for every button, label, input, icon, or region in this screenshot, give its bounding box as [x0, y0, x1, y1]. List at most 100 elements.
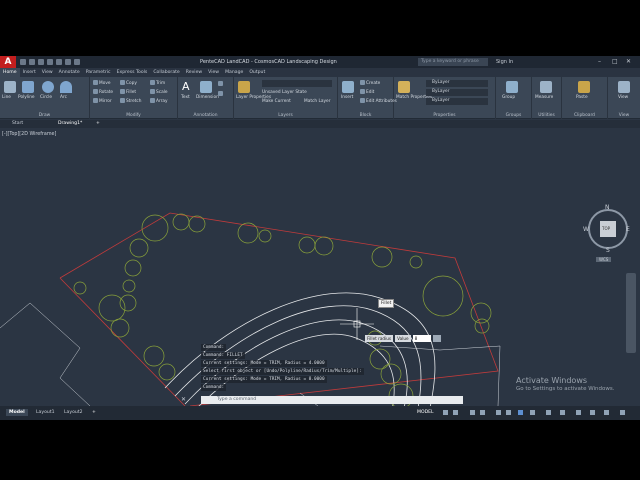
save-as-icon[interactable]	[47, 59, 53, 65]
text-button[interactable]: Text	[181, 95, 190, 100]
compass-south[interactable]: S	[606, 247, 610, 254]
tab-collaborate[interactable]: Collaborate	[150, 68, 182, 77]
line-icon[interactable]	[4, 81, 16, 93]
dimension-icon[interactable]	[200, 81, 212, 93]
dynamic-input-field[interactable]: 8	[412, 335, 431, 342]
ortho-icon[interactable]	[470, 410, 475, 415]
tab-review[interactable]: Review	[183, 68, 205, 77]
table-button[interactable]	[218, 91, 224, 97]
copy-button[interactable]: Copy	[120, 80, 137, 86]
match-properties-icon[interactable]	[398, 81, 410, 93]
paste-button[interactable]: Paste	[576, 95, 588, 100]
layer-state-dropdown[interactable]: Unsaved Layer State	[262, 90, 307, 95]
maximize-icon[interactable]: □	[612, 58, 618, 65]
grid-icon[interactable]	[443, 410, 448, 415]
insert-block-icon[interactable]	[342, 81, 354, 93]
layout-tab-layout1[interactable]: Layout1	[36, 410, 55, 415]
match-layer-button[interactable]: Match Layer	[304, 99, 330, 104]
units-icon[interactable]	[576, 410, 581, 415]
layout-tab-model[interactable]: Model	[6, 409, 28, 416]
trim-button[interactable]: Trim	[150, 80, 165, 86]
save-icon[interactable]	[38, 59, 44, 65]
polyline-icon[interactable]	[22, 81, 34, 93]
annotation-monitor-icon[interactable]	[560, 410, 565, 415]
line-button[interactable]: Line	[2, 95, 11, 100]
command-input[interactable]: ✕ Type a command	[181, 396, 463, 404]
osnap-icon[interactable]	[496, 410, 501, 415]
search-input[interactable]: Type a keyword or phrase	[418, 58, 488, 66]
close-command-icon[interactable]: ✕	[181, 396, 186, 404]
compass-west[interactable]: W	[583, 226, 589, 233]
measure-button[interactable]: Measure	[535, 95, 553, 100]
layer-properties-icon[interactable]	[238, 81, 250, 93]
undo-icon[interactable]	[65, 59, 71, 65]
color-dropdown[interactable]: ByLayer	[426, 80, 488, 87]
view-icon[interactable]	[618, 81, 630, 93]
text-icon[interactable]: A	[182, 81, 194, 93]
array-button[interactable]: Array	[150, 98, 168, 104]
circle-icon[interactable]	[42, 81, 54, 93]
create-block-button[interactable]: Create	[360, 80, 380, 86]
dimension-button[interactable]: Dimension	[196, 95, 219, 100]
view-button[interactable]: View	[618, 95, 628, 100]
new-tab-icon[interactable]: +	[96, 121, 100, 126]
close-icon[interactable]: ✕	[626, 58, 631, 65]
customize-icon[interactable]	[620, 410, 625, 415]
wcs-menu[interactable]: WCS	[596, 257, 612, 262]
minimize-icon[interactable]: –	[598, 58, 601, 65]
make-current-button[interactable]: Make Current	[262, 99, 291, 104]
new-icon[interactable]	[20, 59, 26, 65]
annotation-scale-icon[interactable]	[530, 410, 535, 415]
tab-view-2[interactable]: View	[205, 68, 222, 77]
scale-button[interactable]: Scale	[150, 89, 168, 95]
model-space-button[interactable]: MODEL	[417, 410, 434, 415]
polar-icon[interactable]	[480, 410, 485, 415]
isolate-icon[interactable]	[590, 410, 595, 415]
workspace-icon[interactable]	[546, 410, 551, 415]
redo-icon[interactable]	[74, 59, 80, 65]
leader-button[interactable]	[218, 81, 224, 87]
group-button[interactable]: Group	[502, 95, 515, 100]
compass-north[interactable]: N	[605, 204, 610, 211]
arc-icon[interactable]	[60, 81, 72, 93]
lineweight-dropdown[interactable]: ByLayer	[426, 98, 488, 105]
compass-east[interactable]: E	[626, 226, 630, 233]
tab-home[interactable]: Home	[0, 68, 20, 77]
rotate-button[interactable]: Rotate	[93, 89, 113, 95]
add-layout-icon[interactable]: +	[92, 410, 96, 415]
tab-parametric[interactable]: Parametric	[83, 68, 114, 77]
lineweight-icon[interactable]	[506, 410, 511, 415]
open-icon[interactable]	[29, 59, 35, 65]
tab-view[interactable]: View	[39, 68, 56, 77]
polyline-button[interactable]: Polyline	[18, 95, 35, 100]
sign-in-button[interactable]: Sign In	[496, 59, 513, 65]
layout-tab-layout2[interactable]: Layout2	[64, 410, 83, 415]
tab-express-tools[interactable]: Express Tools	[114, 68, 151, 77]
edit-block-button[interactable]: Edit	[360, 89, 374, 95]
app-logo[interactable]: A	[0, 56, 16, 68]
linetype-dropdown[interactable]: ByLayer	[426, 89, 488, 96]
tab-output[interactable]: Output	[246, 68, 268, 77]
measure-icon[interactable]	[540, 81, 552, 93]
circle-button[interactable]: Circle	[40, 95, 52, 100]
paste-icon[interactable]	[578, 81, 590, 93]
edit-attributes-button[interactable]: Edit Attributes	[360, 98, 397, 104]
mirror-button[interactable]: Mirror	[93, 98, 112, 104]
fillet-button[interactable]: Fillet	[120, 89, 136, 95]
viewcube[interactable]: N S E W TOP WCS	[580, 201, 636, 262]
doc-tab-start[interactable]: Start	[12, 121, 23, 126]
print-icon[interactable]	[56, 59, 62, 65]
viewcube-top-face[interactable]: TOP	[602, 226, 610, 231]
selection-cycling-icon[interactable]	[518, 410, 523, 415]
fullscreen-icon[interactable]	[604, 410, 609, 415]
tab-manage[interactable]: Manage	[222, 68, 246, 77]
stretch-button[interactable]: Stretch	[120, 98, 142, 104]
doc-tab-drawing1[interactable]: Drawing1*	[58, 121, 82, 126]
insert-block-button[interactable]: Insert	[341, 95, 353, 100]
snap-icon[interactable]	[453, 410, 458, 415]
tab-annotate[interactable]: Annotate	[56, 68, 83, 77]
dynamic-input-arrow-icon[interactable]	[432, 335, 441, 342]
move-button[interactable]: Move	[93, 80, 111, 86]
arc-button[interactable]: Arc	[60, 95, 67, 100]
tab-insert[interactable]: Insert	[20, 68, 39, 77]
